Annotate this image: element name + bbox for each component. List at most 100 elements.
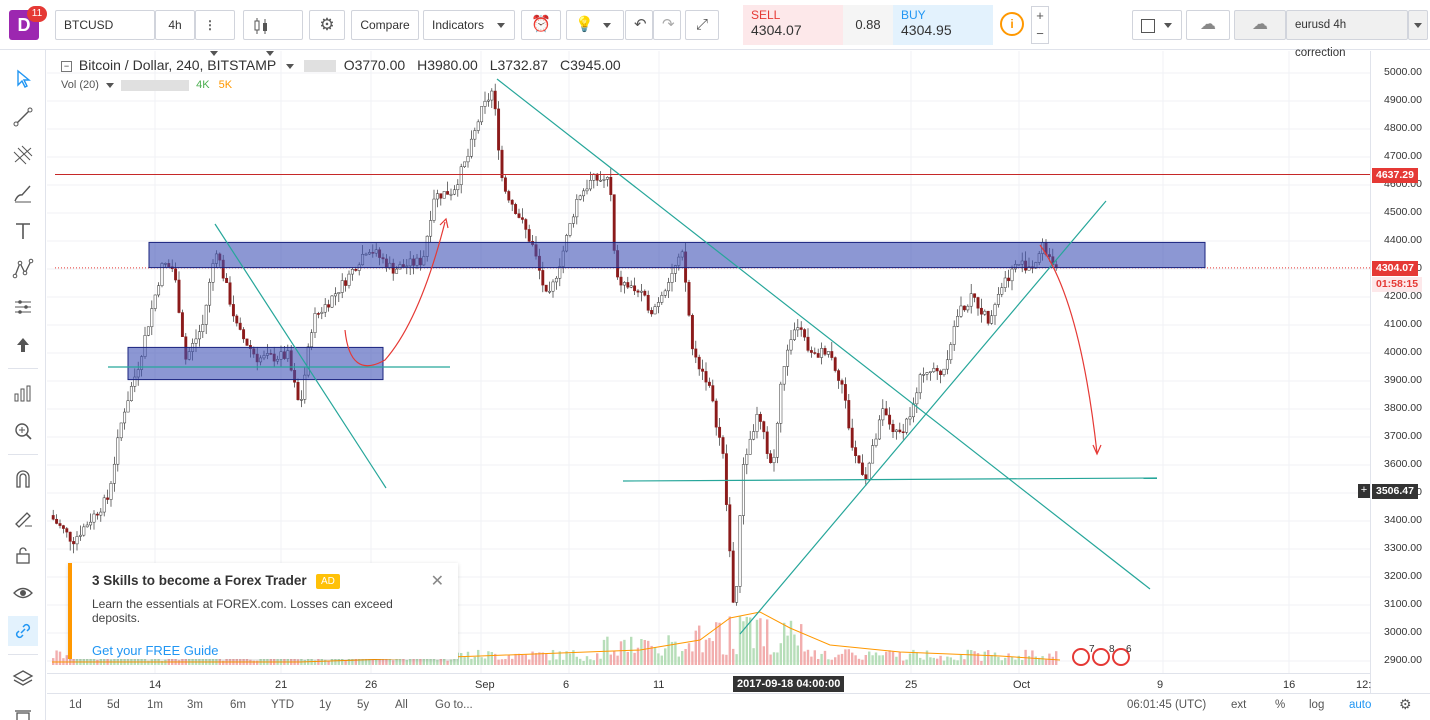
minus-icon[interactable]: − — [1032, 25, 1048, 43]
indicators-button[interactable]: Indicators — [423, 10, 515, 40]
layout-button[interactable] — [1132, 10, 1182, 40]
plus-icon[interactable]: + — [1032, 7, 1048, 25]
volume-bar — [997, 656, 1000, 665]
zoom-in-icon[interactable] — [8, 416, 38, 446]
candlesticks — [51, 83, 1058, 606]
volume-bar — [487, 651, 490, 665]
volume-bar — [1027, 655, 1031, 665]
candle-body — [779, 383, 783, 424]
layout-name[interactable]: eurusd 4h correction — [1286, 10, 1408, 59]
series-menu-icon[interactable] — [285, 63, 294, 69]
brush-icon[interactable] — [8, 178, 38, 208]
range-button-1y[interactable]: 1y — [319, 699, 331, 711]
layout-menu-button[interactable] — [1408, 10, 1428, 40]
trend-line-icon[interactable] — [8, 102, 38, 132]
lock-icon[interactable] — [8, 540, 38, 570]
gear-icon[interactable]: ⚙ — [1399, 696, 1412, 713]
compare-button[interactable]: Compare — [351, 10, 419, 40]
buy-button[interactable]: BUY 4304.95 — [893, 5, 993, 45]
close-icon[interactable]: ✕ — [431, 571, 444, 591]
pitchfork-icon[interactable] — [8, 140, 38, 170]
cloud-save-button[interactable]: ☁ — [1234, 10, 1286, 40]
volume-bar — [1051, 656, 1054, 665]
volume-bar — [929, 657, 932, 665]
chevron-down-icon — [603, 23, 612, 29]
economic-events[interactable]: 7 8 6 — [1072, 644, 1134, 668]
eye-icon[interactable] — [8, 578, 38, 608]
candle-body — [354, 268, 358, 271]
candle-body — [629, 285, 633, 288]
measure-icon[interactable] — [8, 378, 38, 408]
trash-icon[interactable] — [8, 702, 38, 720]
ext-toggle[interactable]: ext — [1231, 699, 1246, 711]
range-button-6m[interactable]: 6m — [230, 699, 246, 711]
layers-icon[interactable] — [8, 664, 38, 694]
fullscreen-button[interactable]: ⤢ — [685, 10, 719, 40]
text-icon[interactable] — [8, 216, 38, 246]
symbol-search-input[interactable]: BTCUSD — [55, 10, 155, 40]
candle-body — [911, 403, 915, 418]
volume-bar — [820, 653, 823, 665]
cursor-icon[interactable] — [8, 64, 38, 94]
link-icon[interactable] — [8, 616, 38, 646]
sell-button[interactable]: SELL 4304.07 — [743, 5, 843, 45]
candle-body — [520, 217, 524, 220]
price-axis-label: 3400.00 — [1384, 514, 1422, 526]
pattern-icon[interactable] — [8, 254, 38, 284]
arrow-up-icon[interactable] — [8, 330, 38, 360]
volume-menu-icon[interactable] — [105, 82, 114, 88]
goto-button[interactable]: Go to... — [435, 699, 473, 711]
range-button-3m[interactable]: 3m — [187, 699, 203, 711]
log-toggle[interactable]: log — [1309, 699, 1324, 711]
toolbar-divider — [8, 454, 38, 455]
chart-style-button[interactable] — [243, 10, 303, 57]
range-button-ytd[interactable]: YTD — [271, 699, 294, 711]
range-button-5y[interactable]: 5y — [357, 699, 369, 711]
candle-body — [541, 270, 545, 286]
volume-bar — [677, 656, 680, 665]
alert-button[interactable]: ⏰ — [521, 10, 561, 40]
candle-body — [908, 416, 912, 420]
candle-body — [429, 220, 433, 237]
volume-bar — [592, 660, 595, 665]
magnet-icon[interactable] — [8, 464, 38, 494]
time-axis-label: 12: — [1356, 679, 1372, 691]
candle-body — [235, 315, 239, 324]
ad-link[interactable]: Get your FREE Guide — [92, 643, 438, 658]
info-icon[interactable]: i — [1000, 12, 1024, 36]
candle-body — [578, 195, 582, 200]
candle-body — [177, 279, 181, 313]
chevron-down-icon — [1414, 23, 1422, 29]
gear-icon: ⚙ — [319, 15, 335, 34]
ad-popup[interactable]: 3 Skills to become a Forex Trader AD Lea… — [68, 563, 458, 659]
drawing-mode-icon[interactable] — [8, 502, 38, 532]
interval-select[interactable]: 4h — [155, 10, 195, 40]
range-button-1d[interactable]: 1d — [69, 699, 82, 711]
auto-toggle[interactable]: auto — [1349, 699, 1371, 711]
price-axis[interactable]: 5000.00 4900.00 4800.00 4700.00 4600.00 4500.… — [1358, 51, 1430, 696]
volume-bar — [1010, 656, 1014, 665]
percent-toggle[interactable]: % — [1275, 699, 1285, 711]
candle-body — [524, 219, 528, 230]
settings-button[interactable]: ⚙ — [309, 10, 345, 40]
legend-buttons[interactable] — [303, 60, 336, 73]
ideas-button[interactable]: 💡 — [566, 10, 624, 40]
volume-bar — [732, 648, 735, 665]
range-button-1m[interactable]: 1m — [147, 699, 163, 711]
candle-body — [605, 176, 609, 180]
prediction-icon[interactable] — [8, 292, 38, 322]
range-button-all[interactable]: All — [395, 699, 408, 711]
undo-button[interactable]: ↶ — [625, 10, 653, 40]
volume-legend-buttons[interactable] — [121, 79, 190, 91]
zoom-stepper[interactable]: + − — [1031, 6, 1049, 44]
collapse-icon[interactable]: − — [61, 60, 72, 72]
volume-bar — [528, 659, 531, 665]
candle-body — [694, 348, 698, 358]
redo-button[interactable]: ↷ — [653, 10, 681, 40]
add-plus-icon[interactable]: + — [1358, 484, 1370, 499]
range-button-5d[interactable]: 5d — [107, 699, 120, 711]
volume-value-2: 5K — [218, 79, 233, 91]
interval-menu-button[interactable]: ⋮ — [195, 10, 235, 57]
volume-bar — [473, 656, 476, 665]
cloud-load-button[interactable]: ☁ — [1186, 10, 1230, 40]
